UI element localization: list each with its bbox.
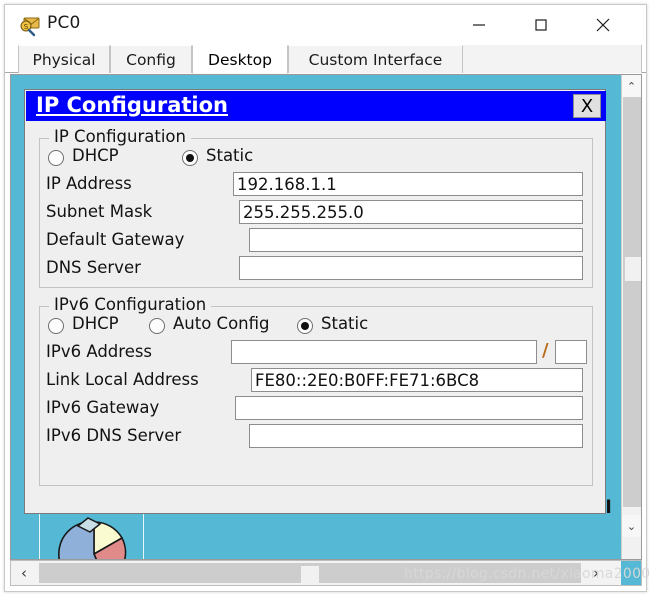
tab-config-label: Config [126,50,176,69]
window-titlebar: S PC0 [5,5,646,45]
ipv6-dhcp-label[interactable]: DHCP [72,314,119,333]
tab-bar: Physical Config Desktop Custom Interface [5,45,646,74]
scroll-left-icon[interactable]: ‹ [11,561,37,585]
vertical-scroll-thumb[interactable] [625,257,641,281]
ipv4-legend: IP Configuration [49,127,191,146]
tab-desktop-label: Desktop [208,50,272,69]
ipv6-link-local-input[interactable]: FE80::2E0:B0FF:FE71:6BC8 [251,368,583,392]
ipv4-dns-server-input[interactable] [239,256,583,280]
packet-tracer-inspect-icon: S [19,15,41,37]
scroll-down-icon[interactable]: ⌄ [622,515,641,537]
ip-dialog-close-button[interactable]: X [573,94,601,118]
screenshot-root: / S PC0 [0,0,651,596]
ipv6-address-label: IPv6 Address [46,342,153,361]
tab-strip-filler [463,45,642,73]
ipv4-default-gateway-input[interactable] [249,228,583,252]
tab-desktop[interactable]: Desktop [192,45,288,74]
watermark: https://blog.csdn.net/xiaoma2000 [404,566,651,582]
ipv4-subnet-mask-label: Subnet Mask [46,202,153,221]
vertical-scroll-track[interactable] [623,97,641,507]
ipv6-prefix-separator: / [542,340,549,361]
ipv6-gateway-label: IPv6 Gateway [46,398,160,417]
desktop-icon-tile[interactable] [39,513,144,559]
window-title: PC0 [47,13,81,33]
ipv4-dhcp-radio[interactable] [48,150,64,166]
ipv4-static-label[interactable]: Static [206,146,253,165]
tab-custom-interface-label: Custom Interface [308,50,443,69]
ipv4-default-gateway-label: Default Gateway [46,230,185,249]
ipv6-static-radio[interactable] [297,318,313,334]
horizontal-scroll-thumb[interactable] [301,566,319,584]
ipv6-auto-config-radio[interactable] [149,318,165,334]
ip-configuration-dialog: IP Configuration X IP Configuration DHCP… [24,89,606,514]
tab-physical-label: Physical [32,50,96,69]
pc-config-window: S PC0 Physical Config Desktop Custom Int… [4,4,647,592]
tab-config[interactable]: Config [110,45,192,73]
vertical-scrollbar[interactable]: ⌃ ⌄ [621,75,641,559]
ipv6-auto-config-label[interactable]: Auto Config [173,314,270,333]
tab-physical[interactable]: Physical [18,45,110,73]
ipv6-dns-server-label: IPv6 DNS Server [46,426,182,445]
ipv6-link-local-label: Link Local Address [46,370,199,389]
desktop-panel: Dialer Editor Firewall [10,74,642,560]
ipv6-static-label[interactable]: Static [321,314,368,333]
ip-dialog-titlebar: IP Configuration X [26,91,606,121]
ipv4-ip-address-label: IP Address [46,174,132,193]
maximize-button[interactable] [518,9,564,41]
ipv4-dhcp-label[interactable]: DHCP [72,146,119,165]
ipv4-subnet-mask-input[interactable]: 255.255.255.0 [239,200,583,224]
ipv4-ip-address-input[interactable]: 192.168.1.1 [233,172,583,196]
ipv6-address-input[interactable] [231,340,537,364]
ipv6-dhcp-radio[interactable] [48,318,64,334]
close-button[interactable] [580,9,626,41]
ipv6-gateway-input[interactable] [235,396,583,420]
ipv6-dns-server-input[interactable] [249,424,583,448]
ipv6-prefix-length-input[interactable] [555,340,587,364]
ip-dialog-title: IP Configuration [36,93,228,117]
ipv4-dns-server-label: DNS Server [46,258,141,277]
ipv4-static-radio[interactable] [182,150,198,166]
tab-custom-interface[interactable]: Custom Interface [288,45,463,73]
desktop-canvas: Dialer Editor Firewall [11,75,623,559]
minimize-button[interactable] [456,9,502,41]
ipv6-legend: IPv6 Configuration [49,295,212,314]
scroll-up-icon[interactable]: ⌃ [622,75,641,97]
